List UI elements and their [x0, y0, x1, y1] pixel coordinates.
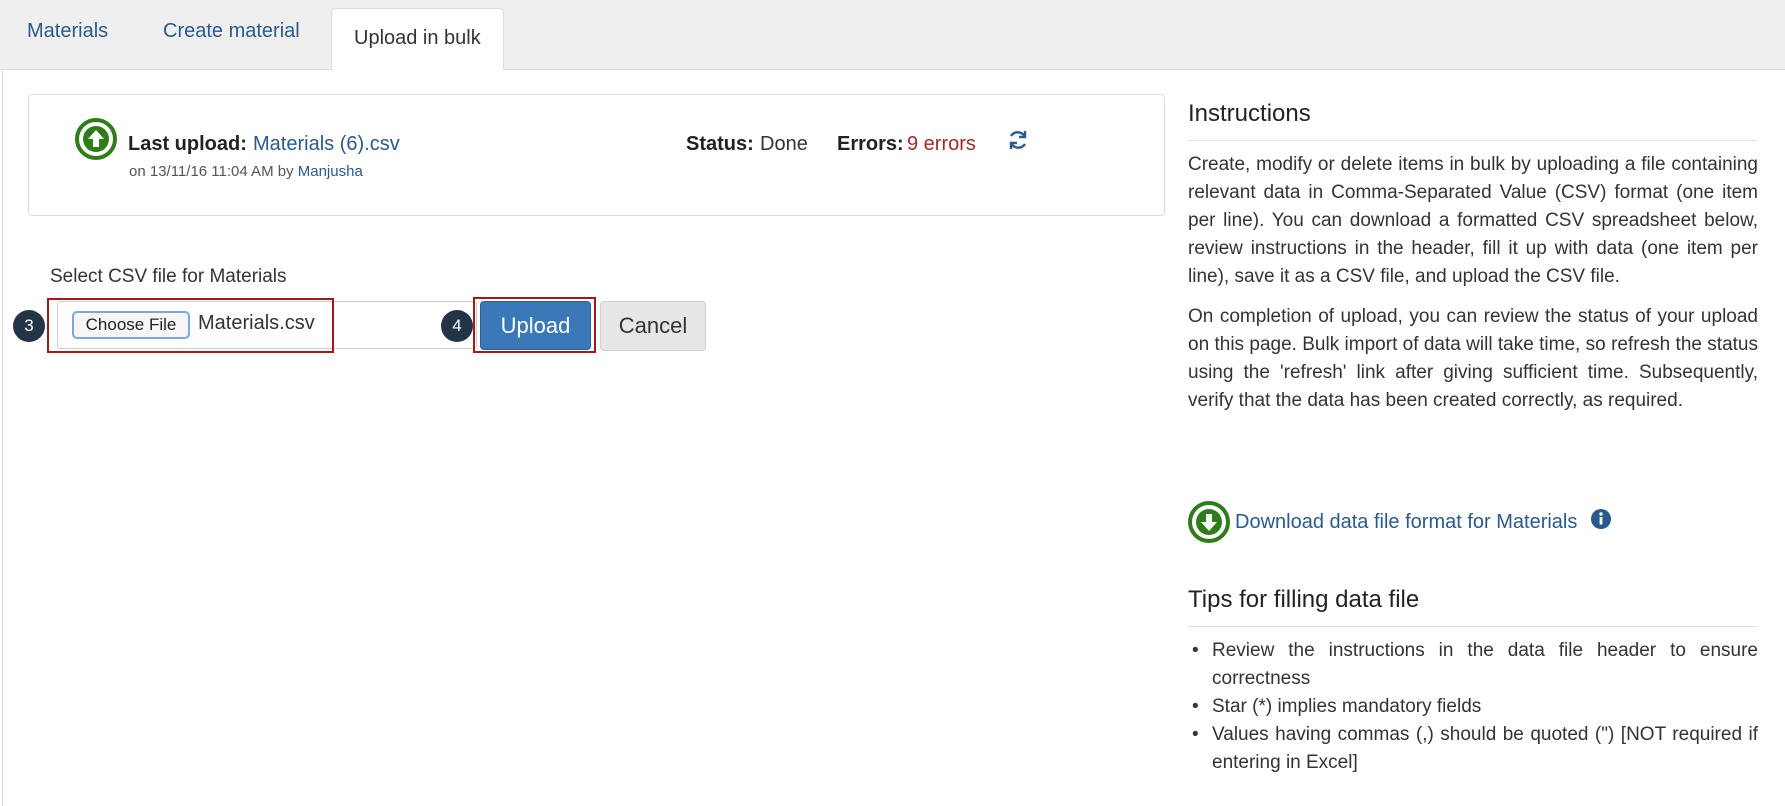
- list-item: • Star (*) implies mandatory fields: [1192, 696, 1482, 717]
- upload-button[interactable]: Upload: [480, 301, 591, 350]
- instructions-paragraph-2: On completion of upload, you can review …: [1188, 306, 1758, 411]
- status-value: Done: [760, 133, 808, 155]
- tab-bar: Materials Create material Upload in bulk: [0, 0, 1785, 71]
- errors-link[interactable]: 9 errors: [907, 133, 976, 156]
- info-icon[interactable]: [1591, 509, 1611, 534]
- last-upload-meta: on 13/11/16 11:04 AM by Manjusha: [129, 163, 363, 180]
- tips-panel: Tips for filling data file • Review the i…: [1188, 586, 1758, 777]
- last-upload-file-link[interactable]: Materials (6).csv: [253, 133, 400, 156]
- step-badge-upload: 4: [441, 310, 473, 342]
- tips-title: Tips for filling data file: [1188, 586, 1420, 613]
- status-label: Status:: [686, 133, 754, 155]
- errors-label: Errors:: [837, 133, 904, 155]
- list-item: • Review the instructions in the data fil…: [1192, 640, 1758, 689]
- tip-text: Star (*) implies mandatory fields: [1212, 696, 1482, 717]
- tab-create-material[interactable]: Create material: [163, 20, 300, 56]
- cancel-button[interactable]: Cancel: [600, 301, 706, 351]
- last-upload-user-link[interactable]: Manjusha: [298, 163, 363, 180]
- chosen-file-name: Materials.csv: [198, 312, 315, 334]
- tip-text: Values having commas (,) should be quote…: [1212, 724, 1758, 773]
- tip-text: Review the instructions in the data file…: [1212, 640, 1758, 689]
- tab-upload-in-bulk[interactable]: Upload in bulk: [331, 8, 504, 71]
- instructions-paragraph-1: Create, modify or delete items in bulk b…: [1188, 154, 1758, 287]
- instructions-title: Instructions: [1188, 100, 1311, 127]
- choose-file-button[interactable]: Choose File: [72, 311, 190, 339]
- list-item: • Values having commas (,) should be quot…: [1192, 724, 1758, 773]
- last-upload-label: Last upload:: [128, 133, 247, 155]
- tips-divider: [1188, 626, 1758, 627]
- instructions-panel: Instructions Create, modify or delete it…: [1188, 100, 1758, 427]
- download-arrow-icon: [1188, 501, 1230, 543]
- instructions-divider: [1188, 140, 1758, 141]
- step-badge-choose: 3: [13, 310, 45, 342]
- refresh-icon[interactable]: [1006, 128, 1030, 152]
- download-format-link[interactable]: Download data file format for Materials: [1235, 511, 1577, 534]
- tips-list: • Review the instructions in the data fil…: [1188, 637, 1758, 777]
- select-csv-label: Select CSV file for Materials: [50, 266, 287, 287]
- upload-arrow-icon: [75, 118, 117, 160]
- tab-materials[interactable]: Materials: [27, 20, 108, 56]
- last-upload-meta-prefix: on 13/11/16 11:04 AM by: [129, 163, 294, 180]
